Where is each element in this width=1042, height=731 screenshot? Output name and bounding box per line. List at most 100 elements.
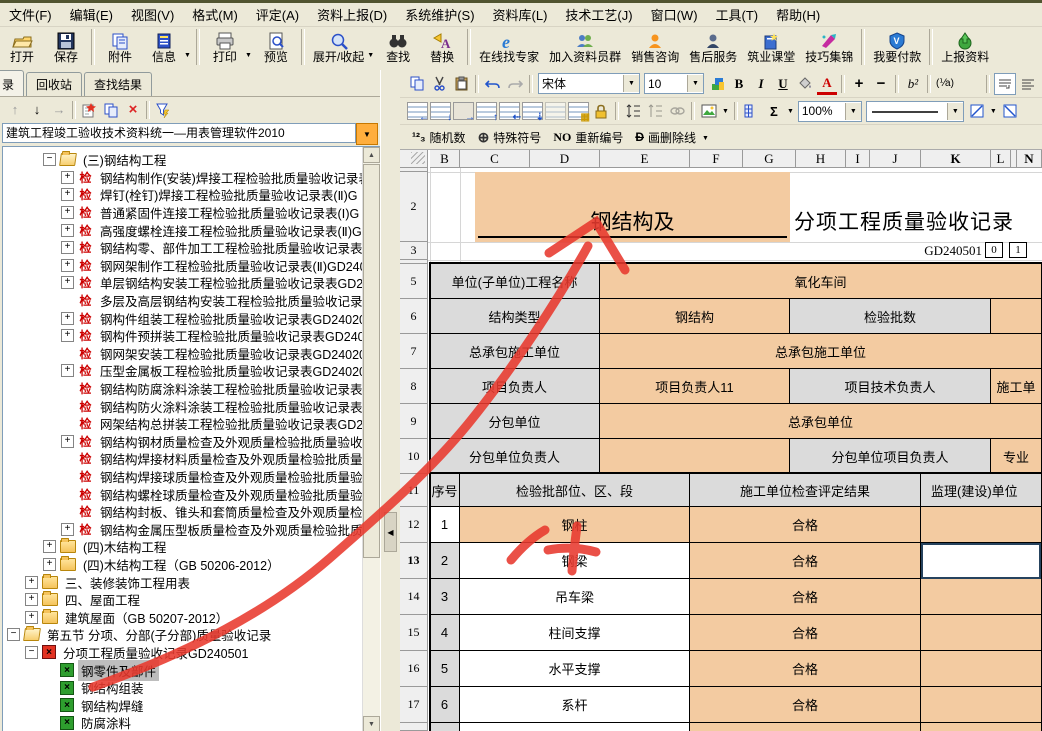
batch-part-cell[interactable]: 系杆	[460, 687, 690, 723]
tree-expander-icon[interactable]: +	[61, 329, 74, 342]
move-right-icon[interactable]: →	[48, 99, 70, 120]
row-header-11[interactable]: 11	[400, 474, 428, 507]
form-title-field-text[interactable]: 钢结构及	[475, 206, 790, 236]
format-painter-icon[interactable]	[707, 74, 727, 94]
batch-result-cell[interactable]	[690, 723, 921, 731]
bold-button[interactable]: B	[729, 74, 749, 94]
batch-result-cell[interactable]: 合格	[690, 651, 921, 687]
menu-maintain[interactable]: 系统维护(S)	[396, 3, 483, 26]
row-header-7[interactable]: 7	[400, 334, 428, 369]
move-down-icon[interactable]: ↓	[26, 99, 48, 120]
zoom-select[interactable]: 100% ▼	[798, 101, 862, 122]
row-header-15[interactable]: 15	[400, 615, 428, 651]
form-value-subcontractor[interactable]: 总承包单位	[600, 404, 1042, 439]
batch-result-cell[interactable]: 合格	[690, 615, 921, 651]
expand-dropdown-icon[interactable]: ▼	[367, 52, 374, 59]
font-color-button[interactable]: A	[817, 72, 837, 95]
batch-header-result[interactable]: 施工单位检查评定结果	[690, 474, 921, 507]
batch-result-cell[interactable]: 合格	[690, 687, 921, 723]
batch-header-no[interactable]: 序号	[430, 474, 460, 507]
form-label-contractor[interactable]: 总承包施工单位	[430, 334, 600, 369]
italic-button[interactable]: I	[751, 74, 771, 94]
menu-help[interactable]: 帮助(H)	[767, 3, 829, 26]
insert-function-icon[interactable]	[742, 101, 762, 121]
expand-collapse-button[interactable]: 展开/收起	[308, 27, 369, 68]
increase-button[interactable]: +	[849, 74, 869, 94]
tree-expander-icon[interactable]: +	[61, 276, 74, 289]
col-header-D[interactable]: D	[530, 150, 600, 168]
form-value-tech-manager[interactable]: 施工单	[991, 369, 1042, 404]
border-dropdown-icon[interactable]: ▼	[990, 108, 997, 115]
tab-catalog[interactable]: 录	[0, 70, 24, 96]
random-number-button[interactable]: ¹²₃ 随机数	[412, 129, 466, 146]
underline-button[interactable]: U	[773, 74, 793, 94]
align-wrap-icon[interactable]	[994, 73, 1016, 95]
superscript-button[interactable]: b²	[903, 74, 923, 94]
batch-supervisor-cell[interactable]	[921, 507, 1042, 543]
align-lines-icon[interactable]	[1018, 74, 1038, 94]
form-label-subcontractor[interactable]: 分包单位	[430, 404, 600, 439]
border-diagonal-icon[interactable]	[967, 101, 987, 121]
tree-item[interactable]: × 钢结构焊缝	[3, 696, 363, 714]
tree-item[interactable]: + 检 钢结构金属压型板质量检查及外观质量检验批质量	[3, 520, 363, 538]
col-header-N[interactable]: N	[1017, 150, 1042, 168]
tab-recycle-bin[interactable]: 回收站	[26, 72, 82, 96]
join-group-button[interactable]: 加入资料员群	[544, 27, 626, 68]
code-box-1[interactable]: 1	[1009, 242, 1027, 258]
attachment-button[interactable]: 附件	[98, 27, 142, 68]
form-label-tech-manager[interactable]: 项目技术负责人	[790, 369, 991, 404]
sigma-button[interactable]: Σ	[764, 101, 784, 121]
grid-edit-icon[interactable]: ▦	[568, 102, 589, 120]
tree-item[interactable]: × 钢结构组装	[3, 679, 363, 697]
pay-button[interactable]: V 我要付款	[868, 27, 926, 68]
row-header-13[interactable]: 13	[400, 543, 428, 579]
decrease-button[interactable]: −	[871, 74, 891, 94]
col-header-C[interactable]: C	[460, 150, 530, 168]
batch-result-cell[interactable]: 合格	[690, 507, 921, 543]
border-diagonal2-icon[interactable]	[1000, 101, 1020, 121]
col-header-K[interactable]: K	[921, 150, 991, 168]
scroll-up-icon[interactable]: ▲	[363, 147, 380, 163]
grid-gray-icon[interactable]	[545, 102, 566, 120]
lock-icon[interactable]	[591, 101, 611, 121]
batch-part-cell[interactable]	[460, 723, 690, 731]
tree-expander-icon[interactable]: +	[25, 593, 38, 606]
tab-search-results[interactable]: 查找结果	[84, 72, 152, 96]
paste-icon[interactable]	[451, 74, 471, 94]
font-family-select[interactable]: 宋体 ▼	[538, 73, 640, 94]
menu-assess[interactable]: 评定(A)	[247, 3, 308, 26]
online-expert-button[interactable]: e 在线找专家	[474, 27, 544, 68]
col-header-H[interactable]: H	[796, 150, 846, 168]
row-header-14[interactable]: 14	[400, 579, 428, 615]
batch-supervisor-cell[interactable]	[921, 579, 1042, 615]
row-header-6[interactable]: 6	[400, 299, 428, 334]
batch-part-cell[interactable]: 钢梁	[460, 543, 690, 579]
tree-expander-icon[interactable]: +	[61, 171, 74, 184]
col-header-G[interactable]: G	[743, 150, 796, 168]
upload-button[interactable]: 上报资料	[936, 27, 994, 68]
delete-row-icon[interactable]: ↓	[430, 102, 451, 120]
form-label-project-manager[interactable]: 项目负责人	[430, 369, 600, 404]
form-value-batch-count[interactable]	[991, 299, 1042, 334]
form-value-sub-manager[interactable]	[600, 439, 790, 474]
move-up-icon[interactable]: ↑	[4, 99, 26, 120]
batch-no-cell[interactable]: 4	[430, 615, 460, 651]
scrollbar-thumb[interactable]	[363, 164, 380, 558]
strikeline-dropdown-icon[interactable]: ▼	[702, 135, 709, 142]
strikeline-button[interactable]: Đ 画删除线 ▼	[635, 129, 709, 146]
tree-item[interactable]: × 防腐涂料	[3, 714, 363, 731]
form-label-batch-count[interactable]: 检验批数	[790, 299, 991, 334]
tree-expander-icon[interactable]: +	[61, 523, 74, 536]
batch-supervisor-cell[interactable]	[921, 651, 1042, 687]
tree-expander-icon[interactable]: +	[61, 312, 74, 325]
tree-item[interactable]: − × 分项工程质量验收记录GD240501	[3, 644, 363, 662]
fill-color-icon[interactable]	[795, 74, 815, 94]
save-button[interactable]: 保存	[44, 27, 88, 68]
tree-expander-icon[interactable]: +	[43, 540, 56, 553]
batch-part-cell[interactable]: 水平支撑	[460, 651, 690, 687]
sigma-dropdown-icon[interactable]: ▼	[787, 108, 794, 115]
batch-part-cell[interactable]: 柱间支撑	[460, 615, 690, 651]
batch-no-cell[interactable]: 6	[430, 687, 460, 723]
menu-file[interactable]: 文件(F)	[0, 3, 61, 26]
template-dropdown-value[interactable]: 建筑工程竣工验收技术资料统一—用表管理软件2010	[2, 123, 356, 143]
